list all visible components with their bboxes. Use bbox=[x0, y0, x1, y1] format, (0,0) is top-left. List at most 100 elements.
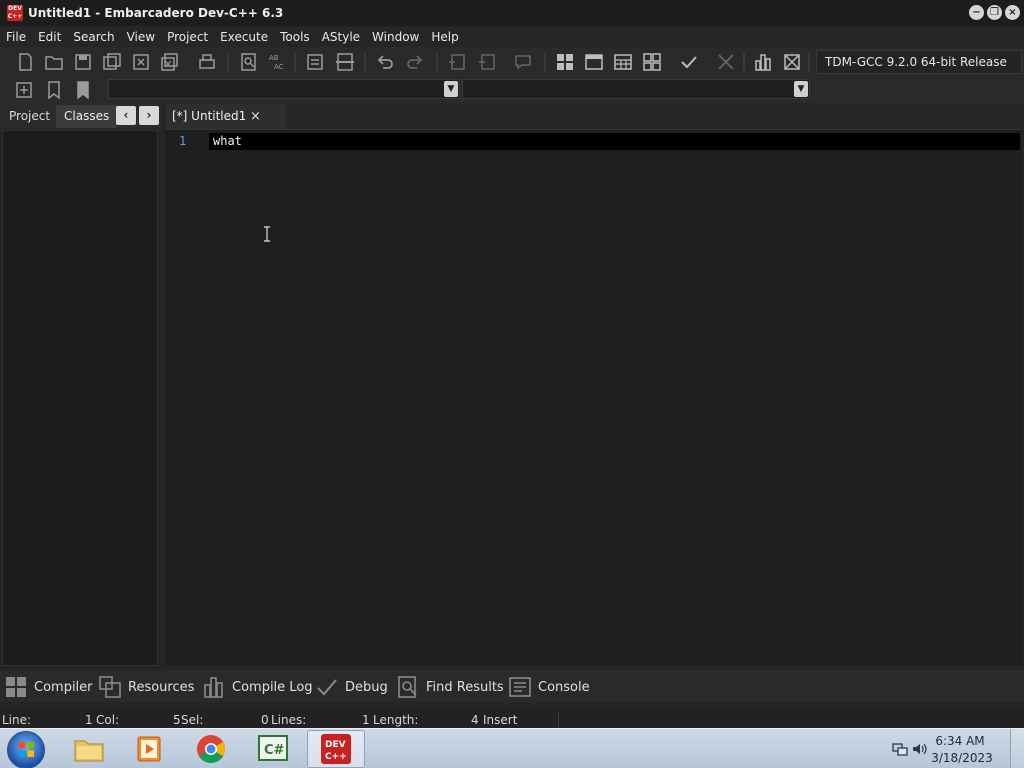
profile-icon[interactable] bbox=[752, 51, 774, 73]
tab-project[interactable]: Project bbox=[1, 105, 58, 128]
tab-resources[interactable]: Resources bbox=[98, 674, 194, 700]
close-file-icon[interactable] bbox=[130, 51, 152, 73]
class-combo[interactable]: ▼ bbox=[108, 79, 460, 99]
open-file-icon[interactable] bbox=[43, 51, 65, 73]
indent-icon[interactable] bbox=[304, 51, 326, 73]
title-bar: DEV C++ Untitled1 - Embarcadero Dev-C++ … bbox=[0, 0, 1024, 26]
undo-icon[interactable] bbox=[374, 51, 396, 73]
replace-icon[interactable]: AB AC bbox=[266, 51, 288, 73]
menu-astyle[interactable]: AStyle bbox=[316, 30, 366, 44]
project-options-icon[interactable] bbox=[512, 51, 534, 73]
toggle-bookmark-icon[interactable] bbox=[43, 79, 65, 101]
tab-debug[interactable]: Debug bbox=[315, 674, 388, 700]
taskbar-media-player[interactable] bbox=[120, 730, 178, 768]
tab-next-button[interactable]: › bbox=[139, 106, 159, 125]
tab-find-results[interactable]: Find Results bbox=[396, 674, 504, 700]
bottom-panel-tabs: Compiler Resources Compile Log Debug Fin… bbox=[0, 670, 1024, 702]
toggle-comment-icon[interactable] bbox=[334, 51, 356, 73]
secondary-toolbar: ▼ ▼ bbox=[0, 77, 1024, 103]
tab-label: Find Results bbox=[426, 679, 504, 695]
status-line-label: Line: bbox=[2, 713, 32, 727]
delete-profile-icon[interactable] bbox=[781, 51, 803, 73]
new-file-icon[interactable] bbox=[14, 51, 36, 73]
status-sel-label: Sel: bbox=[181, 713, 204, 727]
restore-button[interactable]: ❐ bbox=[987, 5, 1002, 20]
close-tab-icon[interactable]: × bbox=[250, 104, 261, 129]
taskbar-devcpp[interactable]: DEV C++ bbox=[307, 730, 365, 768]
run-icon[interactable] bbox=[583, 51, 605, 73]
compiler-icon bbox=[6, 677, 26, 697]
menu-tools[interactable]: Tools bbox=[274, 30, 316, 44]
class-browser-panel[interactable] bbox=[2, 130, 158, 666]
function-combo[interactable]: ▼ bbox=[462, 79, 810, 99]
chevron-down-icon[interactable]: ▼ bbox=[794, 81, 808, 97]
minimize-button[interactable]: − bbox=[969, 5, 984, 20]
tab-compile-log[interactable]: Compile Log bbox=[202, 674, 313, 700]
left-panel-tabs: Project Classes ‹ › bbox=[0, 103, 162, 129]
replace-icon-label-top: AB bbox=[269, 54, 279, 62]
csharp-editor-icon: C# bbox=[258, 735, 288, 761]
save-all-icon[interactable] bbox=[101, 51, 123, 73]
tab-label: Debug bbox=[345, 679, 388, 695]
window-controls: − ❐ × bbox=[969, 5, 1020, 20]
status-length-value: 4 bbox=[471, 713, 479, 727]
main-toolbar: AB AC TDM-GCC 9.2.0 64-bit Release bbox=[0, 47, 1024, 77]
network-icon[interactable] bbox=[892, 742, 908, 756]
toolbar-separator bbox=[808, 53, 810, 71]
menu-view[interactable]: View bbox=[121, 30, 161, 44]
status-bar: Line: 1 Col: 5 Sel: 0 Lines: 1 Length: 4… bbox=[0, 710, 1024, 730]
tab-console[interactable]: Console bbox=[508, 674, 590, 700]
tab-compiler[interactable]: Compiler bbox=[4, 674, 93, 700]
find-icon[interactable] bbox=[238, 51, 260, 73]
menu-project[interactable]: Project bbox=[161, 30, 214, 44]
clock-time[interactable]: 6:34 AM bbox=[925, 734, 995, 748]
save-icon[interactable] bbox=[72, 51, 94, 73]
line-gutter: 1 bbox=[165, 130, 205, 666]
devcpp-label-bottom: C++ bbox=[325, 752, 347, 762]
stop-execution-icon[interactable] bbox=[715, 51, 737, 73]
tab-prev-button[interactable]: ‹ bbox=[116, 106, 136, 125]
redo-icon[interactable] bbox=[404, 51, 426, 73]
csharp-label: C# bbox=[264, 743, 285, 758]
close-button[interactable]: × bbox=[1005, 5, 1020, 20]
remove-from-project-icon[interactable] bbox=[476, 51, 498, 73]
clock-date[interactable]: 3/18/2023 bbox=[924, 751, 1000, 765]
show-desktop-button[interactable] bbox=[1010, 729, 1024, 768]
taskbar-csharp[interactable]: C# bbox=[244, 730, 302, 768]
compiler-select[interactable]: TDM-GCC 9.2.0 64-bit Release bbox=[816, 50, 1022, 74]
menu-help[interactable]: Help bbox=[425, 30, 464, 44]
replace-icon-label-bottom: AC bbox=[274, 63, 284, 71]
compile-icon[interactable] bbox=[554, 51, 576, 73]
taskbar-chrome[interactable] bbox=[182, 730, 240, 768]
insert-code-icon[interactable] bbox=[13, 79, 35, 101]
editor-tab-label: [*] Untitled1 bbox=[172, 109, 247, 123]
taskbar-explorer[interactable] bbox=[60, 730, 118, 768]
code-editor[interactable]: 1 what bbox=[165, 129, 1022, 666]
status-sel-value: 0 bbox=[261, 713, 269, 727]
media-player-icon bbox=[137, 736, 161, 762]
start-button[interactable] bbox=[7, 731, 45, 768]
syntax-check-icon[interactable] bbox=[678, 51, 700, 73]
find-results-icon bbox=[398, 676, 417, 698]
tab-classes[interactable]: Classes bbox=[56, 105, 118, 128]
add-to-project-icon[interactable] bbox=[446, 51, 468, 73]
print-icon[interactable] bbox=[196, 51, 218, 73]
menu-file[interactable]: File bbox=[0, 30, 32, 44]
code-line[interactable]: what bbox=[213, 134, 242, 148]
chevron-down-icon[interactable]: ▼ bbox=[444, 81, 458, 97]
goto-bookmark-icon[interactable] bbox=[72, 79, 94, 101]
menu-window[interactable]: Window bbox=[366, 30, 425, 44]
toolbar-separator bbox=[294, 53, 296, 71]
menu-execute[interactable]: Execute bbox=[214, 30, 274, 44]
status-lines-value: 1 bbox=[362, 713, 370, 727]
menu-search[interactable]: Search bbox=[67, 30, 120, 44]
menu-edit[interactable]: Edit bbox=[32, 30, 67, 44]
compile-run-icon[interactable] bbox=[612, 51, 634, 73]
close-all-icon[interactable] bbox=[159, 51, 181, 73]
devcpp-logo-icon: DEV C++ bbox=[7, 5, 23, 21]
logo-text-top: DEV bbox=[8, 5, 22, 12]
toolbar-separator bbox=[743, 53, 745, 71]
text-cursor-icon bbox=[264, 226, 270, 242]
tab-untitled1[interactable]: [*] Untitled1 × bbox=[166, 104, 286, 129]
rebuild-all-icon[interactable] bbox=[641, 51, 663, 73]
